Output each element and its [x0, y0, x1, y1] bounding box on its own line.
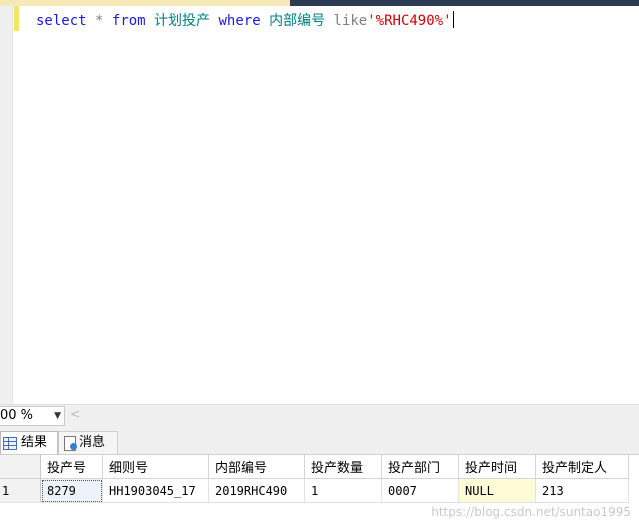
sql-editor[interactable]: select * from 计划投产 where 内部编号 like'%RHC4…	[0, 6, 639, 404]
grid-cell[interactable]: HH1903045_17	[102, 478, 209, 503]
tab-results[interactable]: 结果	[0, 431, 58, 454]
scroll-left-icon[interactable]: <	[70, 407, 80, 421]
table-row[interactable]: 1 8279 HH1903045_17 2019RHC490 1 0007 NU…	[0, 478, 629, 503]
sql-keyword-where: where	[218, 13, 261, 29]
grid-icon	[3, 437, 17, 450]
sql-code-line[interactable]: select * from 计划投产 where 内部编号 like'%RHC4…	[36, 11, 454, 30]
tab-messages-label: 消息	[79, 435, 106, 450]
sql-keyword-like: like	[333, 13, 368, 29]
sql-star: *	[95, 13, 104, 29]
grid-cell-null[interactable]: NULL	[458, 478, 536, 503]
tab-results-label: 结果	[21, 435, 48, 450]
row-header-corner[interactable]	[0, 455, 41, 479]
column-header[interactable]: 投产数量	[304, 455, 382, 479]
results-table: 投产号 细则号 内部编号 投产数量 投产部门 投产时间 投产制定人 1 8279…	[0, 455, 629, 503]
zoom-dropdown[interactable]: 00 % ▼	[0, 406, 65, 426]
row-number[interactable]: 1	[0, 478, 41, 503]
editor-status-bar: 00 % ▼ <	[0, 404, 639, 427]
grid-header-row: 投产号 细则号 内部编号 投产数量 投产部门 投产时间 投产制定人	[0, 455, 629, 479]
results-grid[interactable]: 投产号 细则号 内部编号 投产数量 投产部门 投产时间 投产制定人 1 8279…	[0, 454, 639, 525]
tab-messages[interactable]: 消息	[58, 431, 118, 454]
sql-column-name: 内部编号	[269, 13, 326, 29]
column-header[interactable]: 细则号	[102, 455, 209, 479]
grid-cell[interactable]: 213	[535, 478, 629, 503]
sql-like-pattern: '%RHC490%'	[367, 13, 452, 29]
grid-cell[interactable]: 0007	[381, 478, 459, 503]
watermark: https://blog.csdn.net/suntao1995	[431, 505, 631, 519]
text-caret	[452, 11, 454, 28]
sql-keyword-select: select	[36, 13, 87, 29]
column-header[interactable]: 投产时间	[458, 455, 536, 479]
editor-gutter	[0, 6, 13, 404]
results-tab-strip: 结果 消息	[0, 426, 639, 454]
column-header[interactable]: 投产部门	[381, 455, 459, 479]
column-header[interactable]: 投产号	[40, 455, 103, 479]
sql-table-name: 计划投产	[154, 13, 211, 29]
line-change-marker	[14, 6, 19, 31]
zoom-value: 00 %	[0, 408, 34, 423]
chevron-down-icon[interactable]: ▼	[54, 407, 61, 425]
grid-cell[interactable]: 2019RHC490	[208, 478, 305, 503]
column-header[interactable]: 投产制定人	[535, 455, 629, 479]
messages-icon	[64, 436, 77, 451]
grid-cell[interactable]: 1	[304, 478, 382, 503]
column-header[interactable]: 内部编号	[208, 455, 305, 479]
grid-cell[interactable]: 8279	[40, 478, 103, 503]
sql-keyword-from: from	[111, 13, 146, 29]
